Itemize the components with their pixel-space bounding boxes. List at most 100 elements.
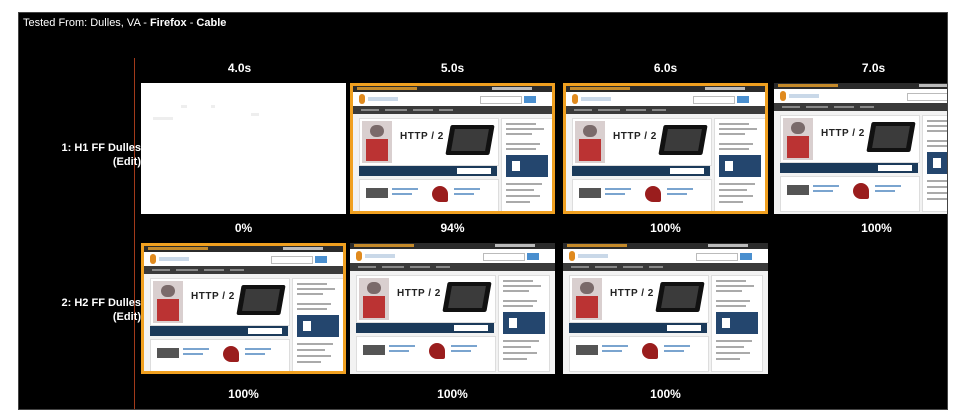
site-search-box	[271, 256, 313, 264]
product-image	[579, 188, 601, 198]
visual-complete-percent: 100%	[228, 387, 259, 401]
logo-mark-icon	[780, 91, 786, 101]
row-title: 1: H1 FF Dulles	[61, 142, 141, 154]
filmstrip-frame[interactable]: HTTP / 2	[141, 243, 346, 374]
site-product-list	[780, 176, 920, 212]
filmstrip-frame[interactable]: HTTP / 2	[563, 243, 768, 374]
time-label: 7.0s	[861, 61, 886, 75]
lock-ad	[719, 155, 761, 177]
shoe-image	[642, 343, 658, 359]
uncle-sam-image	[359, 278, 389, 320]
site-topbar-icons	[919, 84, 947, 87]
http2-heading: HTTP / 2	[613, 131, 657, 142]
site-navbar	[563, 263, 768, 271]
site-logo	[569, 251, 619, 261]
blank-placeholder	[153, 117, 173, 120]
site-navbar	[144, 266, 343, 274]
test-location-title: Tested From: Dulles, VA - Firefox - Cabl…	[23, 17, 226, 29]
http2-heading: HTTP / 2	[821, 128, 865, 139]
logo-mark-icon	[356, 251, 362, 261]
site-header	[144, 252, 343, 266]
connection-type: Cable	[196, 17, 227, 29]
site-sidebar	[711, 275, 763, 372]
time-label: 4.0s	[227, 61, 252, 75]
site-hero-banner: HTTP / 2	[359, 118, 499, 166]
site-product-list	[356, 336, 496, 372]
site-product-list	[359, 179, 499, 211]
logo-wordmark	[365, 254, 395, 258]
page-screenshot: HTTP / 2	[563, 243, 768, 374]
location-text: Tested From: Dulles, VA -	[23, 17, 150, 29]
site-search-box	[483, 253, 525, 261]
site-promo-banner	[572, 166, 710, 176]
site-promo-banner	[359, 166, 497, 176]
product-image	[363, 345, 385, 355]
page-screenshot: HTTP / 2	[350, 243, 555, 374]
site-promo-strip	[778, 84, 838, 87]
site-hero-banner: HTTP / 2	[569, 275, 709, 323]
site-hero-banner: HTTP / 2	[572, 118, 712, 166]
site-header	[353, 92, 552, 106]
site-navbar	[353, 106, 552, 114]
filmstrip-frame[interactable]	[141, 83, 346, 214]
tablet-image	[655, 282, 705, 312]
site-logo	[150, 254, 200, 264]
lock-ad	[297, 315, 339, 337]
site-logo	[572, 94, 622, 104]
uncle-sam-image	[153, 281, 183, 323]
site-promo-banner	[780, 163, 918, 173]
page-screenshot: HTTP / 2	[144, 246, 343, 371]
site-hero-banner: HTTP / 2	[150, 278, 290, 326]
site-sidebar	[501, 118, 552, 211]
shoe-image	[432, 186, 448, 202]
site-header	[350, 249, 555, 263]
site-hero-banner: HTTP / 2	[780, 115, 920, 163]
site-promo-strip	[357, 87, 417, 90]
time-label: 6.0s	[653, 61, 678, 75]
site-header	[566, 92, 765, 106]
tablet-image	[445, 125, 495, 155]
logo-wordmark	[581, 97, 611, 101]
lock-ad	[927, 152, 947, 174]
visual-complete-percent: 100%	[437, 387, 468, 401]
lock-ad	[503, 312, 545, 334]
page-screenshot: HTTP / 2	[353, 86, 552, 211]
filmstrip-frame[interactable]: HTTP / 2	[350, 243, 555, 374]
site-product-list	[572, 179, 712, 211]
edit-link[interactable]: (Edit)	[21, 310, 141, 324]
blank-placeholder	[251, 113, 259, 116]
site-search-box	[907, 93, 947, 101]
logo-mark-icon	[569, 251, 575, 261]
filmstrip-frame[interactable]: HTTP / 2	[350, 83, 555, 214]
uncle-sam-image	[575, 121, 605, 163]
tablet-image	[658, 125, 708, 155]
visual-complete-percent: 100%	[650, 387, 681, 401]
logo-wordmark	[789, 94, 819, 98]
site-topbar-icons	[705, 87, 745, 90]
blank-placeholder	[211, 105, 215, 108]
row-title: 2: H2 FF Dulles	[61, 297, 141, 309]
site-topbar-icons	[708, 244, 748, 247]
tablet-image	[442, 282, 492, 312]
site-promo-banner	[150, 326, 288, 336]
row-label-h1: 1: H1 FF Dulles (Edit)	[21, 141, 141, 169]
shoe-image	[645, 186, 661, 202]
separator-text: -	[186, 17, 197, 29]
filmstrip-frame[interactable]: HTTP / 2	[774, 83, 947, 214]
row-label-h2: 2: H2 FF Dulles (Edit)	[21, 296, 141, 324]
logo-mark-icon	[572, 94, 578, 104]
blank-placeholder	[181, 105, 187, 108]
http2-heading: HTTP / 2	[610, 288, 654, 299]
http2-heading: HTTP / 2	[191, 291, 235, 302]
site-sidebar	[714, 118, 765, 211]
site-search-button	[527, 253, 539, 260]
site-logo	[359, 94, 409, 104]
edit-link[interactable]: (Edit)	[21, 155, 141, 169]
http2-heading: HTTP / 2	[397, 288, 441, 299]
product-image	[366, 188, 388, 198]
shoe-image	[853, 183, 869, 199]
browser-name: Firefox	[149, 17, 187, 29]
site-hero-banner: HTTP / 2	[356, 275, 496, 323]
product-image	[576, 345, 598, 355]
filmstrip-frame[interactable]: HTTP / 2	[563, 83, 768, 214]
